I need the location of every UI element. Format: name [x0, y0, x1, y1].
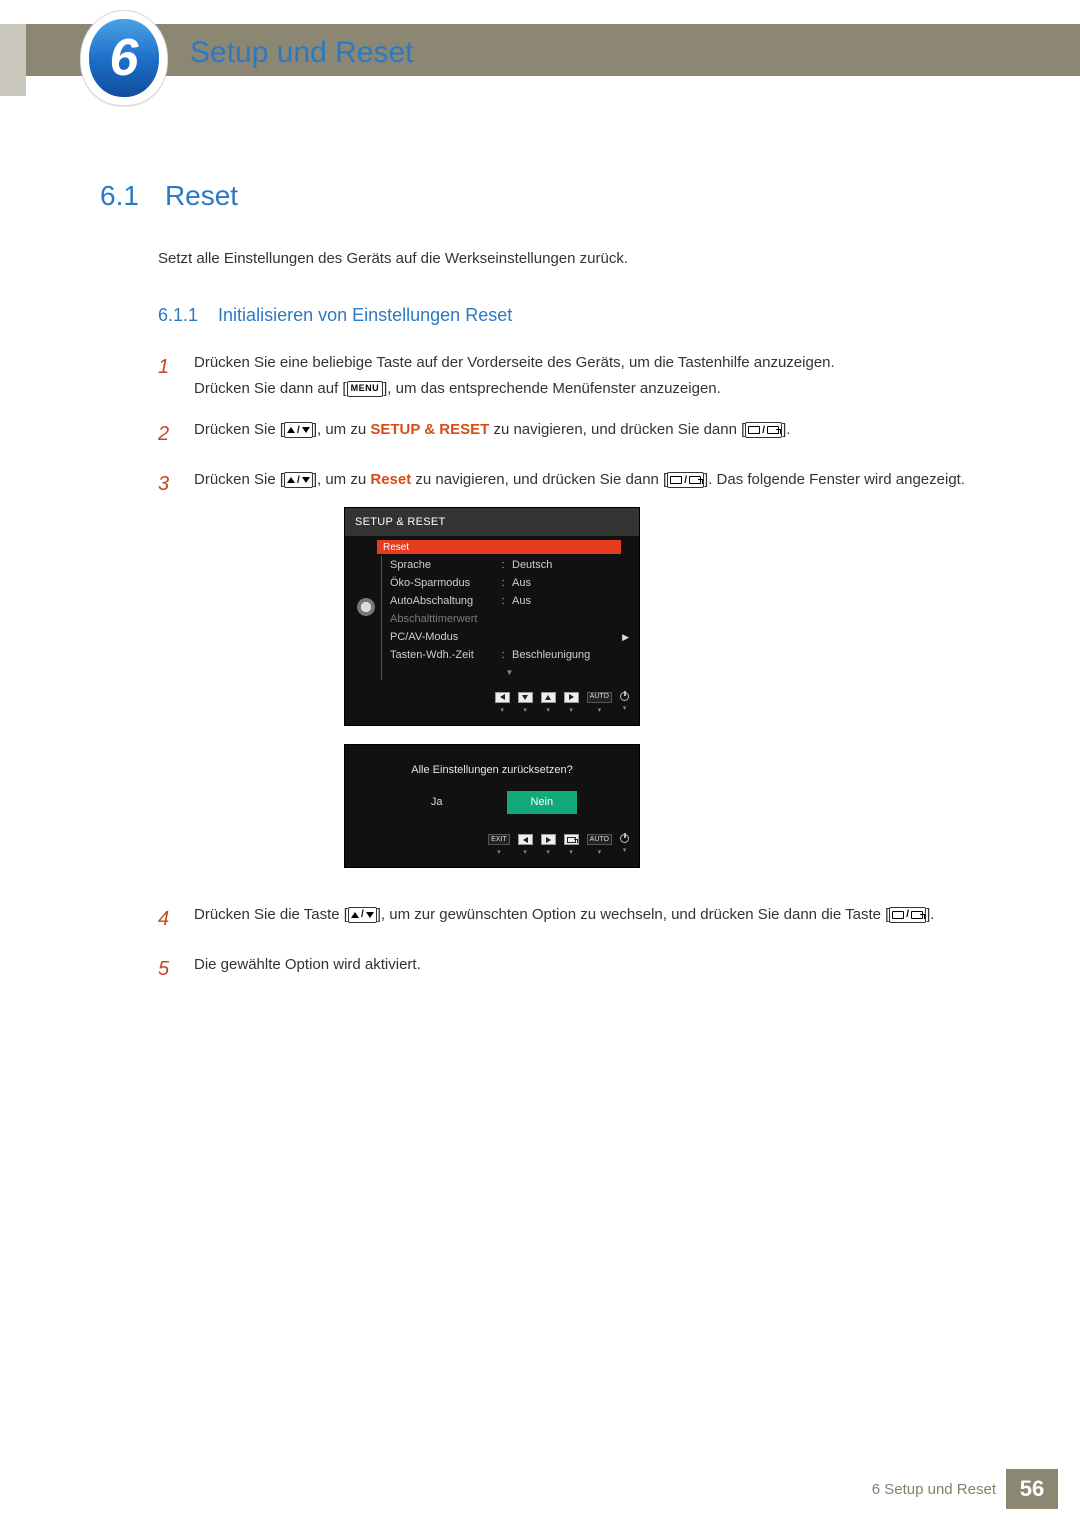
section-heading: 6.1 Reset: [100, 180, 980, 212]
up-down-icon: /: [284, 422, 313, 438]
chapter-number: 6: [110, 28, 139, 88]
osd-confirm-dialog: Alle Einstellungen zurücksetzen? Ja Nein…: [344, 744, 640, 868]
osd-highlighted-item: Reset: [377, 540, 621, 554]
reset-keyword: Reset: [370, 471, 411, 488]
setup-reset-keyword: SETUP & RESET: [370, 421, 489, 438]
osd-menu-list: Sprache:Deutsch Öko-Sparmodus:Aus AutoAb…: [381, 556, 629, 680]
osd-nav-hints: EXIT▾ ▾ ▾ ▾ AUTO▾ ▾: [345, 828, 639, 867]
osd-nav-hints: ▾ ▾ ▾ ▾ AUTO▾ ▾: [345, 686, 639, 725]
section-number: 6.1: [100, 180, 139, 212]
nav-right-icon: ▾: [541, 834, 556, 859]
up-down-icon: /: [348, 907, 377, 923]
page-footer: 6 Setup und Reset 56: [0, 1469, 1080, 1509]
osd-row: Abschalttimerwert: [390, 610, 629, 628]
scroll-down-icon: ▼: [390, 666, 629, 680]
menu-button-icon: MENU: [347, 381, 384, 397]
step-5: 5 Die gewählte Option wird aktiviert.: [158, 952, 980, 986]
rect-enter-icon: /: [889, 907, 926, 923]
nav-exit-icon: EXIT▾: [488, 834, 510, 859]
chevron-right-icon: ▶: [622, 630, 629, 645]
nav-power-icon: ▾: [620, 834, 629, 859]
chapter-title: Setup und Reset: [190, 36, 414, 70]
confirm-yes: Ja: [407, 791, 467, 814]
page-content: 6.1 Reset Setzt alle Einstellungen des G…: [100, 180, 980, 1002]
step-text: Drücken Sie [/], um zu Reset zu navigier…: [194, 467, 980, 886]
step-text: Drücken Sie [/], um zu SETUP & RESET zu …: [194, 417, 980, 451]
nav-enter-icon: ▾: [564, 834, 579, 859]
osd-row: Öko-Sparmodus:Aus: [390, 574, 629, 592]
subsection-heading: 6.1.1 Initialisieren von Einstellungen R…: [158, 305, 980, 326]
subsection-title: Initialisieren von Einstellungen Reset: [218, 305, 512, 326]
rect-enter-icon: /: [745, 422, 782, 438]
nav-down-icon: ▾: [518, 692, 533, 717]
nav-up-icon: ▾: [541, 692, 556, 717]
step-3: 3 Drücken Sie [/], um zu Reset zu navigi…: [158, 467, 980, 886]
confirm-no: Nein: [507, 791, 578, 814]
step-2: 2 Drücken Sie [/], um zu SETUP & RESET z…: [158, 417, 980, 451]
chapter-badge: 6: [80, 10, 168, 106]
rect-enter-icon: /: [667, 472, 704, 488]
nav-left-icon: ▾: [495, 692, 510, 717]
gear-icon: [357, 598, 375, 616]
footer-chapter-label: 6 Setup und Reset: [872, 1481, 996, 1498]
nav-auto-icon: AUTO▾: [587, 692, 612, 717]
subsection-number: 6.1.1: [158, 305, 198, 326]
page-number: 56: [1006, 1469, 1058, 1509]
step-1: 1 Drücken Sie eine beliebige Taste auf d…: [158, 350, 980, 401]
confirm-question: Alle Einstellungen zurücksetzen?: [345, 745, 639, 792]
osd-row: PC/AV-Modus▶: [390, 628, 629, 646]
steps-list: 1 Drücken Sie eine beliebige Taste auf d…: [158, 350, 980, 986]
nav-left-icon: ▾: [518, 834, 533, 859]
nav-auto-icon: AUTO▾: [587, 834, 612, 859]
step-num: 2: [158, 417, 176, 451]
osd-row: Sprache:Deutsch: [390, 556, 629, 574]
up-down-icon: /: [284, 472, 313, 488]
header-side-stripe: [0, 24, 26, 96]
nav-right-icon: ▾: [564, 692, 579, 717]
step-4: 4 Drücken Sie die Taste [/], um zur gewü…: [158, 902, 980, 936]
osd-row: AutoAbschaltung:Aus: [390, 592, 629, 610]
osd-figures: SETUP & RESET Reset Sprache:Deutsch Öko-…: [344, 507, 980, 868]
nav-power-icon: ▾: [620, 692, 629, 717]
step-num: 1: [158, 350, 176, 401]
osd-setup-reset: SETUP & RESET Reset Sprache:Deutsch Öko-…: [344, 507, 640, 726]
section-title: Reset: [165, 180, 238, 212]
section-intro: Setzt alle Einstellungen des Geräts auf …: [158, 250, 980, 267]
step-num: 4: [158, 902, 176, 936]
step-text: Die gewählte Option wird aktiviert.: [194, 952, 980, 986]
step-text: Drücken Sie eine beliebige Taste auf der…: [194, 350, 980, 401]
osd-row: Tasten-Wdh.-Zeit:Beschleunigung: [390, 646, 629, 664]
step-num: 5: [158, 952, 176, 986]
osd-title: SETUP & RESET: [345, 508, 639, 537]
step-text: Drücken Sie die Taste [/], um zur gewüns…: [194, 902, 980, 936]
step-num: 3: [158, 467, 176, 886]
